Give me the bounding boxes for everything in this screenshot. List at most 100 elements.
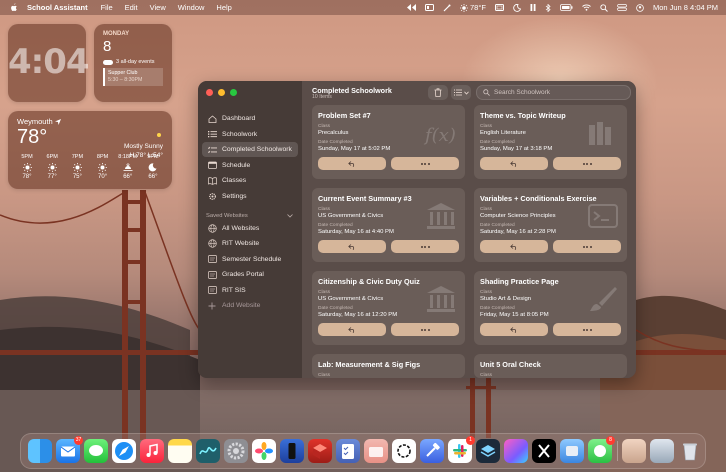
more-button[interactable]: [553, 157, 621, 170]
delete-button[interactable]: [428, 85, 448, 100]
music-icon[interactable]: [140, 439, 164, 463]
menu-file[interactable]: File: [101, 3, 113, 12]
folder-app-icon[interactable]: [364, 439, 388, 463]
schoolwork-card[interactable]: Unit 5 Oral Check Class: [474, 354, 627, 378]
note-icon: [146, 443, 158, 457]
checklist-icon: [207, 146, 217, 153]
weather-hour: 7PM 75°: [66, 154, 88, 180]
schoolwork-card[interactable]: Shading Practice Page Class Studio Art &…: [474, 271, 627, 345]
documents-stack-icon[interactable]: [650, 439, 674, 463]
sidebar-item-schoolwork[interactable]: Schoolwork: [202, 127, 298, 142]
restore-button[interactable]: [318, 157, 386, 170]
stack-icon: [480, 445, 496, 457]
trash-icon[interactable]: [678, 439, 702, 463]
layers-app-icon[interactable]: [476, 439, 500, 463]
card-class: Studio Art & Design: [480, 296, 532, 302]
schoolwork-card[interactable]: f(x) Problem Set #7 Class Precalculus Da…: [312, 105, 465, 179]
more-button[interactable]: [553, 323, 621, 336]
close-button[interactable]: [206, 89, 213, 96]
control-center-icon[interactable]: [617, 4, 627, 11]
sidebar-item-completed-schoolwork[interactable]: Completed Schoolwork: [202, 142, 298, 157]
menubar-clock[interactable]: Mon Jun 8 4:04 PM: [653, 3, 718, 12]
sidebar-item-label: Schoolwork: [222, 130, 258, 138]
user-icon[interactable]: [636, 3, 644, 12]
finder-icon[interactable]: [28, 439, 52, 463]
weather-widget[interactable]: Weymouth 78° Mostly Sunny H:78° L:54° 5P…: [8, 111, 172, 189]
restore-button[interactable]: [480, 157, 548, 170]
safari-icon[interactable]: [112, 439, 136, 463]
wifi-icon[interactable]: [582, 4, 591, 11]
pause-icon[interactable]: [530, 4, 536, 11]
battery-icon[interactable]: [560, 4, 573, 11]
sidebar-item-label: Settings: [222, 192, 247, 200]
restore-button[interactable]: [318, 323, 386, 336]
sidebar-item-semester-schedule[interactable]: Semester Schedule: [202, 252, 298, 267]
sidebar-item-settings[interactable]: Settings: [202, 189, 298, 204]
sidebar-item-classes[interactable]: Classes: [202, 173, 298, 188]
schoolwork-card[interactable]: Lab: Measurement & Sig Figs Class: [312, 354, 465, 378]
sidebar-item-schedule[interactable]: Schedule: [202, 158, 298, 173]
school-assistant-icon[interactable]: [336, 439, 360, 463]
calendar-all-day: 3 all-day events: [103, 59, 163, 65]
moon-icon[interactable]: [513, 3, 521, 12]
restore-button[interactable]: [480, 323, 548, 336]
downloads-stack-icon[interactable]: [622, 439, 646, 463]
sidebar-item-dashboard[interactable]: Dashboard: [202, 111, 298, 126]
clock-widget[interactable]: 4:04: [8, 24, 90, 102]
minimize-button[interactable]: [218, 89, 225, 96]
xcode-icon[interactable]: [420, 439, 444, 463]
menu-window[interactable]: Window: [178, 3, 205, 12]
books-icon: [589, 122, 611, 145]
search-input[interactable]: Search Schoolwork: [476, 85, 631, 100]
wand-icon[interactable]: [443, 4, 451, 12]
slack-icon[interactable]: 1: [448, 436, 475, 463]
red-app-icon[interactable]: [308, 439, 332, 463]
sidebar-item-all-websites[interactable]: All Websites: [202, 221, 298, 236]
system-settings-icon[interactable]: [224, 439, 248, 463]
schoolwork-card[interactable]: Theme vs. Topic Writeup Class English Li…: [474, 105, 627, 179]
menubar-weather[interactable]: 78°F: [460, 3, 486, 12]
card-class-label: Class: [480, 207, 492, 212]
box-icon: [313, 444, 327, 459]
sidebar-item-rit-website[interactable]: RIT Website: [202, 236, 298, 251]
app-menu[interactable]: School Assistant: [27, 3, 88, 12]
menu-view[interactable]: View: [150, 3, 166, 12]
ellipsis-icon: [582, 162, 592, 165]
menu-help[interactable]: Help: [216, 3, 231, 12]
simulator-icon[interactable]: [280, 439, 304, 463]
search-icon[interactable]: [600, 3, 608, 12]
mail-icon[interactable]: 37: [56, 436, 83, 463]
notes-icon[interactable]: [168, 439, 192, 463]
calendar-event[interactable]: Supper Club 5:30 – 8:30PM: [103, 68, 163, 86]
rewind-icon[interactable]: [407, 4, 417, 11]
window-icon[interactable]: [494, 4, 504, 11]
more-button[interactable]: [391, 240, 459, 253]
messages-icon[interactable]: [84, 439, 108, 463]
more-button[interactable]: [391, 157, 459, 170]
menu-edit[interactable]: Edit: [125, 3, 138, 12]
calendar-widget[interactable]: MONDAY 8 3 all-day events Supper Club 5:…: [94, 24, 172, 102]
schoolwork-card[interactable]: Current Event Summary #3 Class US Govern…: [312, 188, 465, 262]
x-app-icon[interactable]: [532, 439, 556, 463]
schoolwork-card[interactable]: Citizenship & Civic Duty Quiz Class US G…: [312, 271, 465, 345]
messages-alt-icon[interactable]: 8: [588, 436, 615, 463]
disk-utility-icon[interactable]: [560, 439, 584, 463]
more-button[interactable]: [391, 323, 459, 336]
display-icon[interactable]: [425, 4, 435, 11]
photos-icon[interactable]: [252, 439, 276, 463]
restore-button[interactable]: [318, 240, 386, 253]
zoom-button[interactable]: [230, 89, 237, 96]
sidebar-item-rit-sis[interactable]: RIT SIS: [202, 283, 298, 298]
chatgpt-icon[interactable]: [392, 439, 416, 463]
more-button[interactable]: [553, 240, 621, 253]
sidebar-item-grades-portal[interactable]: Grades Portal: [202, 267, 298, 282]
saved-websites-header[interactable]: Saved Websites: [202, 213, 298, 219]
schoolwork-card[interactable]: Variables + Conditionals Exercise Class …: [474, 188, 627, 262]
apple-menu-icon[interactable]: [9, 3, 19, 12]
sidebar-add-website[interactable]: Add Website: [202, 298, 298, 313]
restore-button[interactable]: [480, 240, 548, 253]
freeform-icon[interactable]: [196, 439, 220, 463]
gradient-app-icon[interactable]: [504, 439, 528, 463]
bluetooth-icon[interactable]: [545, 3, 551, 12]
sort-menu-button[interactable]: [451, 85, 471, 100]
